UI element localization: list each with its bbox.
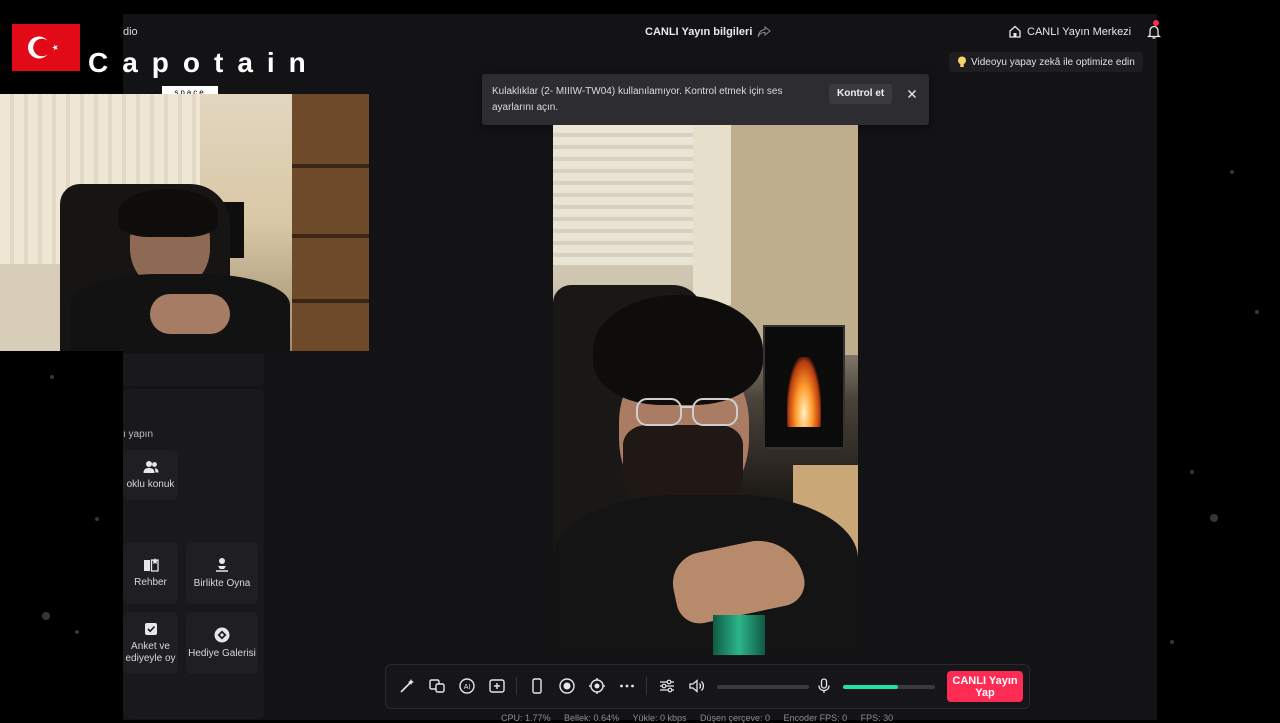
dropped-frames-stat: Düşen çerçeve: 0 <box>699 713 771 723</box>
upload-stat: Yükle: 0 kbps <box>632 713 687 723</box>
microphone-icon[interactable] <box>815 677 833 695</box>
tool-multi-guest-label: oklu konuk <box>126 478 175 490</box>
left-panel-upper <box>123 354 264 386</box>
webcam-person-hair <box>118 189 218 237</box>
live-center-label: CANLI Yayın Merkezi <box>1027 25 1132 38</box>
memory-stat: Bellek: 0.64% <box>564 713 620 723</box>
tool-guide-label: Rehber <box>134 576 167 588</box>
tool-gift-gallery[interactable]: Hediye Galerisi <box>186 612 258 674</box>
webcam-shelf-board <box>292 299 369 303</box>
guide-icon <box>143 557 159 572</box>
notification-dot <box>1153 20 1159 26</box>
performance-status-bar: CPU: 1.77% Bellek: 0.64% Yükle: 0 kbps D… <box>501 713 904 723</box>
brand-logo-text: Capotain <box>88 47 320 78</box>
preview-tv <box>763 325 845 449</box>
magic-wand-icon[interactable] <box>398 677 416 695</box>
check-button[interactable]: Kontrol et <box>829 84 893 104</box>
tool-guide[interactable]: Rehber <box>123 542 178 604</box>
preview-curtain <box>693 125 731 305</box>
more-icon[interactable] <box>618 677 636 695</box>
users-icon <box>143 460 158 473</box>
webcam-shelf <box>292 94 369 351</box>
stream-control-bar: AI CANLI Yayın Yap <box>385 664 1030 709</box>
tool-gift-gallery-label: Hediye Galerisi <box>188 647 256 659</box>
divider <box>646 677 647 695</box>
tool-poll[interactable]: Anket ve ediyeyle oy <box>123 612 178 674</box>
add-source-icon[interactable] <box>488 677 506 695</box>
tool-poll-label: Anket ve ediyeyle oy <box>125 640 176 664</box>
tool-play-together[interactable]: Birlikte Oyna <box>186 542 258 604</box>
vertical-layout-icon[interactable] <box>528 677 546 695</box>
live-info-title[interactable]: CANLI Yayın bilgileri <box>645 26 752 38</box>
speaker-icon[interactable] <box>688 677 706 695</box>
bell-icon[interactable] <box>1147 24 1161 40</box>
optimize-label: Videoyu yapay zekâ ile optimize edin <box>971 56 1135 68</box>
settings-sliders-icon[interactable] <box>658 677 676 695</box>
gift-gallery-icon <box>214 627 230 642</box>
preview-person-hair <box>593 295 763 405</box>
tool-multi-guest[interactable]: oklu konuk <box>123 450 178 500</box>
share-icon[interactable] <box>757 26 771 38</box>
webcam-overlay <box>0 94 369 351</box>
mic-level-slider[interactable] <box>843 685 935 689</box>
translate-icon[interactable] <box>428 677 446 695</box>
cpu-stat: CPU: 1.77% <box>501 713 551 723</box>
mic-level-fill <box>843 685 899 689</box>
tool-play-together-label: Birlikte Oyna <box>193 577 251 589</box>
turkish-flag-icon <box>12 24 80 71</box>
volume-slider[interactable] <box>717 685 809 689</box>
close-icon[interactable] <box>904 86 920 102</box>
toast-message: Kulaklıklar (2- MIIIW-TW04) kullanılamıy… <box>492 86 783 113</box>
live-preview-canvas <box>553 125 858 655</box>
record-icon[interactable] <box>558 677 576 695</box>
home-icon <box>1009 25 1021 38</box>
lightbulb-icon <box>958 56 966 67</box>
app-title: dio <box>123 26 138 38</box>
headphones-toast: Kulaklıklar (2- MIIIW-TW04) kullanılamıy… <box>482 74 929 125</box>
capture-icon[interactable] <box>588 677 606 695</box>
studio-topbar: dio CANLI Yayın bilgileri CANLI Yayın Me… <box>123 14 1161 50</box>
webcam-shelf-board <box>292 234 369 238</box>
preview-glasses <box>636 398 738 426</box>
webcam-person-hand <box>150 294 230 334</box>
preview-can <box>713 615 765 655</box>
webcam-shelf-board <box>292 164 369 168</box>
live-center-link[interactable]: CANLI Yayın Merkezi <box>1008 25 1131 38</box>
svg-text:AI: AI <box>464 684 471 691</box>
divider <box>516 677 517 695</box>
fps-stat: FPS: 30 <box>860 713 894 723</box>
optimize-video-button[interactable]: Videoyu yapay zekâ ile optimize edin <box>949 52 1143 72</box>
preview-window-blind <box>553 125 693 265</box>
ai-icon[interactable]: AI <box>458 677 476 695</box>
tools-section-label: ı yapın <box>123 429 154 440</box>
encoder-fps-stat: Encoder FPS: 0 <box>783 713 848 723</box>
go-live-button[interactable]: CANLI Yayın Yap <box>947 671 1023 702</box>
poll-icon <box>144 622 157 635</box>
play-together-icon <box>216 557 228 572</box>
